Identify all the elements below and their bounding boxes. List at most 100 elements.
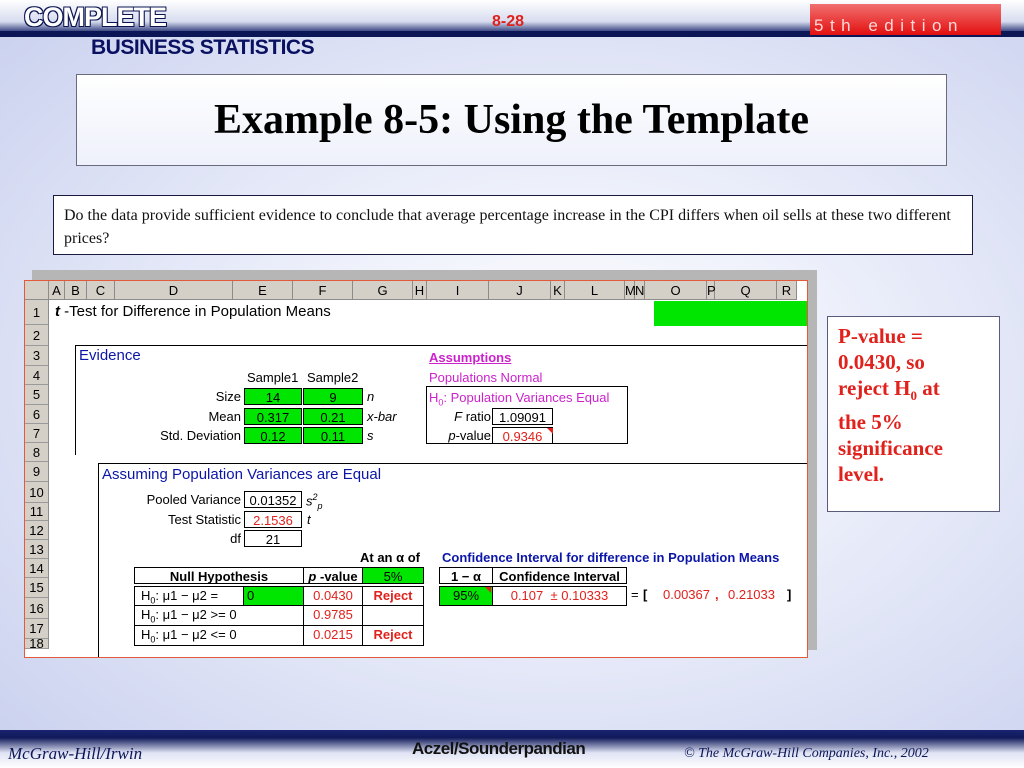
column-header: K — [551, 281, 565, 300]
confidence-interval-value: 0.107 ± 0.10333 — [492, 586, 627, 606]
row-header: 18 — [25, 636, 49, 651]
alpha-label: At an α of — [360, 550, 420, 565]
conclusion-line-6: level. — [838, 462, 885, 487]
assumptions-heading: Assumptions — [429, 350, 512, 365]
comment-indicator-icon — [485, 587, 491, 593]
column-header: M — [625, 281, 636, 300]
test-statistic-label: Test Statistic — [168, 512, 241, 527]
sample2-header: Sample2 — [307, 370, 359, 385]
pooled-variance-label: Pooled Variance — [146, 492, 241, 507]
df-value: 21 — [244, 530, 302, 547]
evidence-heading: Evidence — [79, 347, 141, 364]
size-symbol: n — [367, 389, 375, 404]
row-header: 4 — [25, 366, 49, 385]
row-header: 7 — [25, 424, 49, 443]
assumption-normal: Populations Normal — [429, 370, 543, 385]
hypothesis-value-2: 0 — [229, 607, 237, 622]
sample1-header: Sample1 — [247, 370, 299, 385]
decision-3: Reject — [362, 625, 424, 646]
conclusion-line-4: the 5% — [838, 410, 903, 435]
green-status-cell — [654, 301, 807, 326]
f-ratio-label: F ratio — [445, 408, 491, 426]
title-box: Example 8-5: Using the Template — [76, 74, 947, 166]
question-text: Do the data provide sufficient evidence … — [64, 207, 951, 247]
conclusion-line-2: 0.0430, so — [838, 350, 925, 374]
ci-comma: , — [715, 587, 719, 602]
column-header: B — [65, 281, 87, 300]
row-header: 6 — [25, 405, 49, 424]
size-sample1-input: 14 — [244, 388, 302, 405]
row-header: 1 — [25, 300, 49, 325]
variance-p-value: 0.9346 — [492, 427, 553, 444]
test-statistic-symbol: t — [307, 512, 311, 527]
row-header: 9 — [25, 462, 49, 482]
sd-sample2-input: 0.11 — [303, 427, 363, 444]
p-value-1: 0.0430 — [303, 586, 363, 606]
variance-h-text: : Population Variances Equal — [443, 390, 610, 405]
row-header: 12 — [25, 521, 49, 540]
edition-badge: 5th edition — [810, 4, 1001, 35]
column-header: D — [115, 281, 233, 300]
column-header: G — [353, 281, 413, 300]
question-box: Do the data provide sufficient evidence … — [53, 195, 973, 255]
pooled-sub: p — [317, 500, 323, 511]
footer-copyright: © The McGraw-Hill Companies, Inc., 2002 — [684, 746, 929, 761]
ci-heading: Confidence Interval for difference in Po… — [442, 550, 780, 565]
row-header: 5 — [25, 385, 49, 405]
hypothesis-value-1-input: 0 — [243, 586, 304, 606]
column-header: P — [707, 281, 716, 300]
column-header: I — [427, 281, 489, 300]
relation-3: : μ1 − μ2 <= — [155, 627, 226, 642]
relation-1: : μ1 − μ2 = — [155, 588, 219, 603]
confidence-interval-header: Confidence Interval — [492, 567, 627, 584]
column-header: A — [49, 281, 65, 300]
sd-symbol: s — [367, 428, 374, 443]
mean-sample1-input: 0.317 — [244, 408, 302, 425]
spreadsheet-image: ABCDEFGHIJKLMNOPQR 1 2 3 4 5 6 7 8 9 10 11 12 13 14 15… — [24, 280, 808, 658]
row-header: 8 — [25, 443, 49, 462]
h0-1: H — [141, 588, 151, 603]
row-header: 13 — [25, 540, 49, 559]
confidence-level-header: 1 − α — [439, 567, 493, 584]
variance-h: H — [429, 390, 439, 405]
h0-3: H — [141, 627, 151, 642]
null-hypothesis-header: Null Hypothesis — [134, 567, 304, 584]
p-value-2: 0.9785 — [303, 605, 363, 626]
ci-half-width: 0.10333 — [561, 588, 609, 603]
ci-equals: = — [631, 587, 639, 602]
sheet-title: t -Test for Difference in Population Mea… — [55, 303, 331, 321]
sheet-title-rest: -Test for Difference in Population Means — [60, 303, 331, 320]
decision-2 — [362, 605, 424, 626]
variance-p-text: -value — [455, 428, 491, 443]
conclusion-box: P-value = 0.0430, so reject H0 at the 5%… — [827, 316, 1000, 512]
ci-center: 0.107 — [510, 588, 544, 603]
conclusion-line-1: P-value = — [838, 324, 923, 348]
f-sym: F — [454, 409, 463, 424]
mean-label: Mean — [208, 409, 241, 424]
relation-2: : μ1 − μ2 >= — [155, 607, 226, 622]
column-header: N — [635, 281, 645, 300]
sd-label: Std. Deviation — [160, 428, 241, 443]
column-header: F — [293, 281, 353, 300]
ci-lower-bound: 0.00367 — [663, 587, 710, 602]
sd-sample1-input: 0.12 — [244, 427, 302, 444]
size-label: Size — [215, 389, 241, 404]
ci-pm: ± — [550, 588, 558, 603]
column-header: H — [413, 281, 427, 300]
row-header: 2 — [25, 325, 49, 346]
slide-number: 8-28 — [492, 13, 525, 30]
column-header: E — [233, 281, 293, 300]
f-ratio-value: 1.09091 — [492, 408, 553, 425]
mean-symbol: x-bar — [367, 409, 397, 424]
column-header: C — [87, 281, 115, 300]
variance-p-label: p-value — [429, 427, 491, 445]
f-label: ratio — [462, 409, 491, 424]
column-header: Q — [715, 281, 777, 300]
slide-title: Example 8-5: Using the Template — [213, 97, 809, 143]
hypothesis-row-2: H0: μ1 − μ2 >= 0 — [134, 605, 304, 626]
hypothesis-row-3: H0: μ1 − μ2 <= 0 — [134, 625, 304, 646]
row-header: 14 — [25, 559, 49, 578]
footer-authors: Aczel/Sounderpandian — [412, 739, 586, 758]
conclusion-at: at — [916, 376, 940, 400]
comment-indicator-icon — [547, 428, 553, 434]
